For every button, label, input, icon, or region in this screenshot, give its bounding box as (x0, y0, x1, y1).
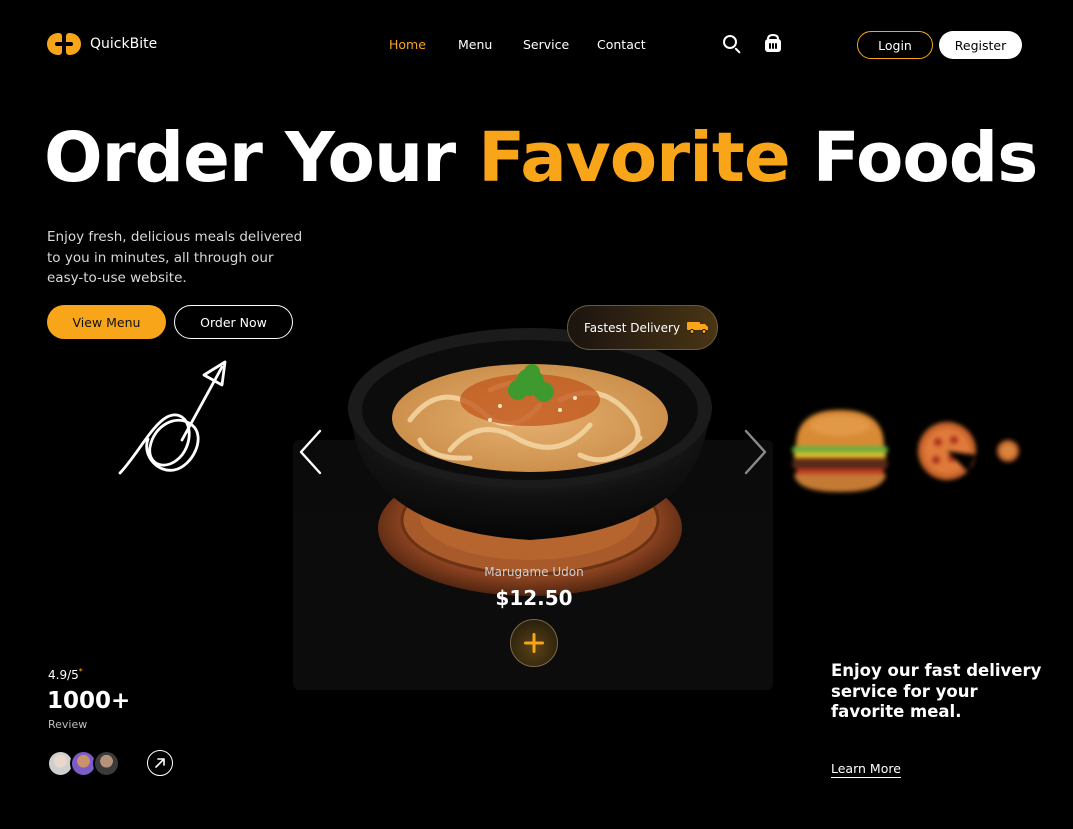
plus-icon (524, 633, 544, 653)
featured-food-price: $12.50 (495, 586, 573, 610)
review-label: Review (48, 718, 88, 731)
main-nav: Home Menu Service Contact (389, 37, 646, 52)
review-count: 1000+ (47, 688, 131, 714)
hero-subtitle: Enjoy fresh, delicious meals delivered t… (47, 229, 303, 286)
add-to-cart-button[interactable] (510, 619, 558, 667)
nav-item-contact[interactable]: Contact (597, 37, 646, 52)
pizza-thumbnail[interactable] (916, 420, 978, 482)
squiggle-arrow-doodle (118, 360, 227, 475)
arrow-up-right-icon (155, 758, 165, 768)
basket-icon[interactable] (764, 33, 784, 54)
hero-title-highlight: Favorite (478, 118, 790, 198)
chevron-left-icon[interactable] (296, 428, 326, 476)
reviewer-avatars (47, 750, 120, 777)
order-now-button[interactable]: Order Now (174, 305, 293, 339)
badge-label: Fastest Delivery (584, 320, 681, 335)
logo-icon (47, 33, 81, 55)
learn-more-link[interactable]: Learn More (831, 761, 901, 778)
chevron-right-icon[interactable] (740, 428, 770, 476)
brand-name: QuickBite (90, 36, 158, 52)
brand-logo[interactable]: QuickBite (47, 33, 157, 55)
burger-thumbnail[interactable] (786, 406, 894, 496)
promo-text: Enjoy our fast delivery service for your… (831, 661, 1042, 721)
nav-item-menu[interactable]: Menu (458, 37, 523, 52)
hero-title: Order Your Favorite Foods (44, 118, 1038, 198)
featured-food-name: Marugame Udon (484, 565, 584, 579)
avatar (93, 750, 120, 777)
snack-thumbnail[interactable] (995, 438, 1021, 464)
register-button[interactable]: Register (939, 31, 1022, 59)
nav-item-service[interactable]: Service (523, 37, 597, 52)
login-button[interactable]: Login (857, 31, 933, 59)
nav-item-home[interactable]: Home (389, 37, 458, 52)
search-icon[interactable] (722, 34, 742, 54)
rating-value: 4.9/5* (48, 667, 83, 682)
view-menu-button[interactable]: View Menu (47, 305, 166, 339)
truck-icon (687, 322, 709, 334)
fastest-delivery-badge: Fastest Delivery (567, 305, 718, 350)
reviews-link-button[interactable] (147, 750, 173, 776)
